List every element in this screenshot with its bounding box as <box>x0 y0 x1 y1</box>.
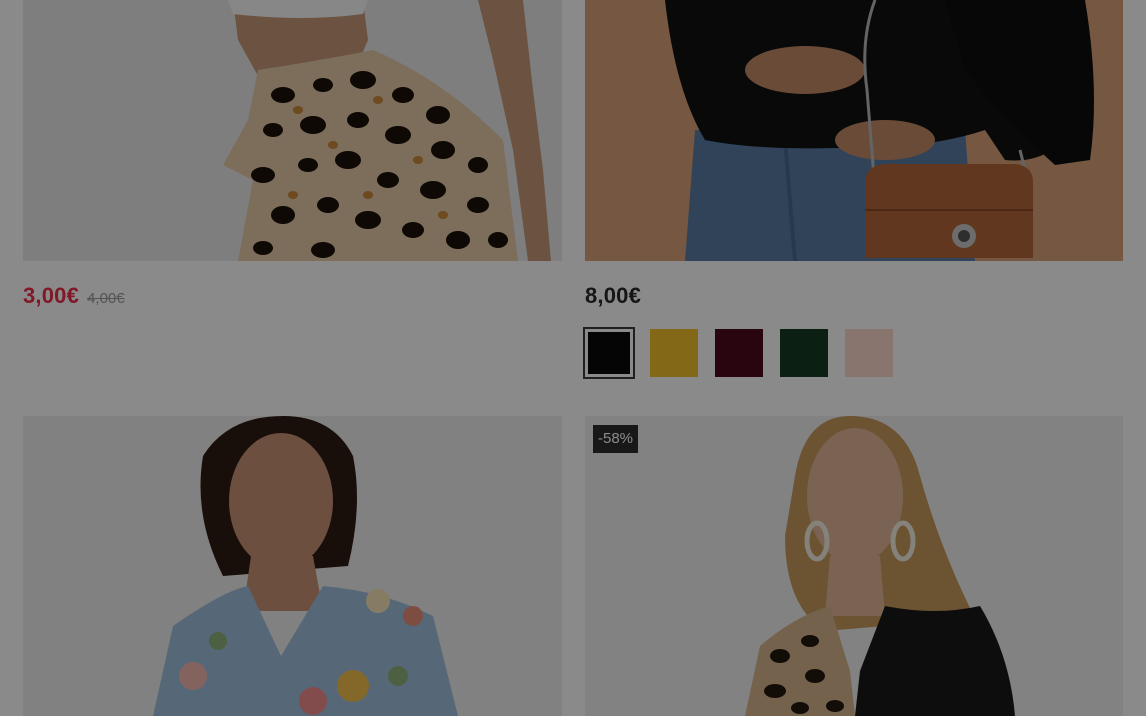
modal-backdrop-overlay[interactable] <box>0 0 1146 716</box>
